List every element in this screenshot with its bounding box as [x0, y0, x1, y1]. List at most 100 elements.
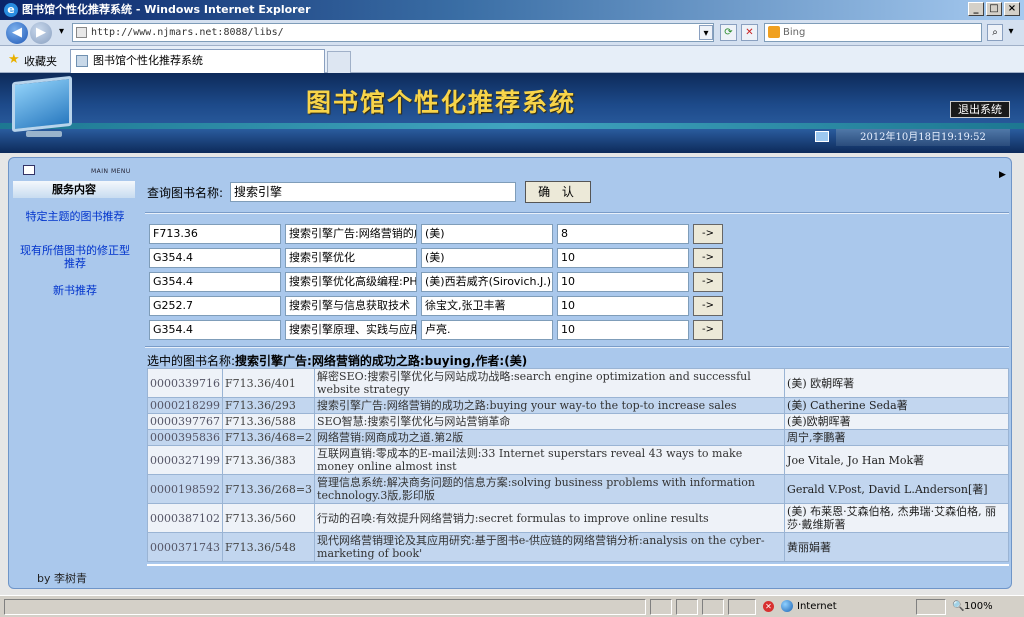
sidebar: MAIN MENU 服务内容 特定主题的图书推荐 现有所借图书的修正型推荐 新书…: [13, 162, 135, 586]
title-field[interactable]: 搜索引擎原理、实践与应用: [285, 320, 417, 340]
stop-icon[interactable]: ✕: [741, 24, 758, 41]
book-id: 0000218299: [147, 397, 223, 414]
count-field[interactable]: 10: [557, 248, 689, 268]
favorites-label[interactable]: 收藏夹: [24, 53, 57, 69]
datetime-display: 2012年10月18日19:19:52: [836, 129, 1010, 146]
selected-book-text: 搜索引擎广告:网络营销的成功之路:buying,作者:(美): [235, 354, 528, 368]
book-id: 0000327199: [147, 445, 223, 475]
book-title: 管理信息系统:解决商务问题的信息方案:solving business prob…: [314, 474, 786, 504]
confirm-button[interactable]: 确 认: [525, 181, 591, 203]
back-arrow-icon[interactable]: ◀: [6, 22, 28, 44]
address-url: http://www.njmars.net:8088/libs/: [91, 27, 284, 38]
address-toolbar: ◀ ▶ ▾ http://www.njmars.net:8088/libs/ ▾…: [0, 20, 1024, 46]
address-input[interactable]: http://www.njmars.net:8088/libs/: [72, 23, 714, 42]
table-row: 0000397767 F713.36/588 SEO智慧:搜索引擎优化与网站营销…: [147, 413, 1009, 430]
book-title: 网络营销:网商成功之道.第2版: [314, 429, 786, 446]
refresh-icon[interactable]: ⟳: [720, 24, 737, 41]
close-button[interactable]: ×: [1004, 2, 1020, 16]
query-label: 查询图书名称:: [147, 186, 224, 200]
book-title: 行动的召唤:有效提升网络营销力:secret formulas to impro…: [314, 503, 786, 533]
sidebar-item-new-books[interactable]: 新书推荐: [19, 284, 131, 297]
zoom-icon[interactable]: 🔍: [952, 601, 964, 612]
title-field[interactable]: 搜索引擎优化: [285, 248, 417, 268]
minimize-button[interactable]: _: [968, 2, 984, 16]
count-field[interactable]: 10: [557, 320, 689, 340]
call-number-field[interactable]: G354.4: [149, 272, 281, 292]
select-book-button[interactable]: ->: [693, 296, 723, 316]
select-book-button[interactable]: ->: [693, 224, 723, 244]
forward-arrow-icon[interactable]: ▶: [30, 22, 52, 44]
sidebar-item-topic-recommend[interactable]: 特定主题的图书推荐: [19, 210, 131, 223]
service-section-title: 服务内容: [13, 181, 135, 198]
book-id: 0000395836: [147, 429, 223, 446]
table-row: 0000198592 F713.36/268=3 管理信息系统:解决商务问题的信…: [147, 474, 1009, 504]
expand-right-icon[interactable]: ▶: [999, 170, 1006, 180]
zoom-level[interactable]: 100%: [964, 601, 993, 612]
count-field[interactable]: 8: [557, 224, 689, 244]
title-field[interactable]: 搜索引擎广告:网络营销的成功之路: [285, 224, 417, 244]
book-id: 0000387102: [147, 503, 223, 533]
tab-title: 图书馆个性化推荐系统: [93, 54, 203, 67]
select-book-button[interactable]: ->: [693, 272, 723, 292]
title-field[interactable]: 搜索引擎与信息获取技术: [285, 296, 417, 316]
address-dropdown-icon[interactable]: ▾: [699, 25, 713, 40]
count-field[interactable]: 10: [557, 296, 689, 316]
call-number-field[interactable]: G354.4: [149, 320, 281, 340]
book-title: 解密SEO:搜索引擎优化与网站成功战略:search engine optimi…: [314, 368, 786, 398]
divider: [145, 346, 1009, 348]
call-number-field[interactable]: F713.36: [149, 224, 281, 244]
monitor-base: [26, 131, 62, 137]
author-credit: by 李树青: [37, 572, 87, 585]
book-name-input[interactable]: 搜索引擎: [230, 182, 516, 202]
status-text-area: [4, 599, 646, 615]
table-row: 0000395836 F713.36/468=2 网络营销:网商成功之道.第2版…: [147, 429, 1009, 446]
author-field[interactable]: (美)西若威齐(Sirovich.J.): [421, 272, 553, 292]
book-id: 0000397767: [147, 413, 223, 430]
status-segment: [728, 599, 756, 615]
author-field[interactable]: 徐宝文,张卫丰著: [421, 296, 553, 316]
popup-blocked-icon[interactable]: ✕: [763, 601, 774, 612]
selected-book-line: 选中的图书名称:搜索引擎广告:网络营销的成功之路:buying,作者:(美): [147, 352, 527, 369]
search-input[interactable]: Bing: [764, 23, 982, 42]
count-field[interactable]: 10: [557, 272, 689, 292]
browser-tab[interactable]: 图书馆个性化推荐系统: [70, 49, 325, 73]
select-book-button[interactable]: ->: [693, 248, 723, 268]
window-titlebar: e 图书馆个性化推荐系统 - Windows Internet Explorer…: [0, 0, 1024, 20]
favorites-star-icon[interactable]: ★: [8, 52, 20, 67]
book-call-number: F713.36/468=2: [221, 429, 316, 446]
sidebar-item-revised-recommend[interactable]: 现有所借图书的修正型推荐: [19, 244, 131, 270]
book-author: (美) 布莱恩·艾森伯格, 杰弗瑞·艾森伯格, 丽莎·戴维斯著: [784, 503, 1009, 533]
logout-button[interactable]: 退出系统: [950, 101, 1010, 118]
history-dropdown-icon[interactable]: ▾: [53, 24, 70, 41]
internet-zone-icon: [781, 600, 793, 612]
security-zone-label[interactable]: Internet: [797, 601, 837, 612]
book-title: 互联网直销:零成本的E-mail法则:33 Internet superstar…: [314, 445, 786, 475]
table-row: 0000327199 F713.36/383 互联网直销:零成本的E-mail法…: [147, 445, 1009, 475]
author-field[interactable]: (美): [421, 224, 553, 244]
selected-prefix: 选中的图书名称:: [147, 354, 236, 368]
protected-mode-segment[interactable]: [916, 599, 946, 615]
status-segment: [702, 599, 724, 615]
search-options-icon[interactable]: ▾: [1005, 24, 1017, 41]
maximize-button[interactable]: □: [986, 2, 1002, 16]
title-field[interactable]: 搜索引擎优化高级编程:PHP版: [285, 272, 417, 292]
new-tab-button[interactable]: [327, 51, 351, 73]
table-row: 0000218299 F713.36/293 搜索引擎广告:网络营销的成功之路:…: [147, 397, 1009, 414]
book-author: (美) 欧朝晖著: [784, 368, 1009, 398]
book-author: Gerald V.Post, David L.Anderson[著]: [784, 474, 1009, 504]
book-title: SEO智慧:搜索引擎优化与网站营销革命: [314, 413, 786, 430]
author-field[interactable]: 卢亮.: [421, 320, 553, 340]
menu-window-icon: [23, 165, 35, 175]
select-book-button[interactable]: ->: [693, 320, 723, 340]
book-id: 0000371743: [147, 532, 223, 562]
table-row: 0000387102 F713.36/560 行动的召唤:有效提升网络营销力:s…: [147, 503, 1009, 533]
book-title: 搜索引擎广告:网络营销的成功之路:buying your way-to the …: [314, 397, 786, 414]
search-go-icon[interactable]: ⌕: [987, 24, 1003, 41]
book-call-number: F713.36/588: [221, 413, 316, 430]
call-number-field[interactable]: G252.7: [149, 296, 281, 316]
main-panel: MAIN MENU 服务内容 特定主题的图书推荐 现有所借图书的修正型推荐 新书…: [8, 157, 1012, 589]
book-id: 0000198592: [147, 474, 223, 504]
call-number-field[interactable]: G354.4: [149, 248, 281, 268]
author-field[interactable]: (美): [421, 248, 553, 268]
status-segment: [650, 599, 672, 615]
